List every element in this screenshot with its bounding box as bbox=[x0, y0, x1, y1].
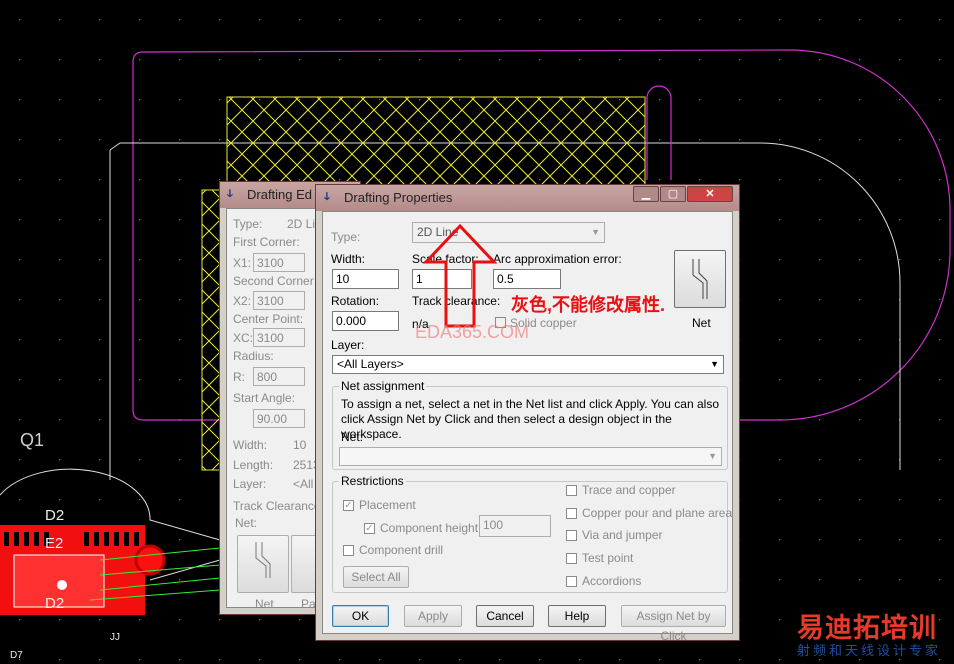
back-first-corner: First Corner: bbox=[233, 235, 300, 249]
hatched-area-left bbox=[201, 189, 221, 471]
component-drill-label: Component drill bbox=[359, 543, 444, 557]
back-xc-label: XC: bbox=[233, 331, 254, 345]
layer-label: Layer: bbox=[331, 338, 365, 352]
back-track-clearance: Track Clearance: bbox=[233, 499, 324, 513]
back-layer-label: Layer: bbox=[233, 477, 267, 491]
copper-pour-checkbox bbox=[566, 508, 577, 519]
cancel-button[interactable]: Cancel bbox=[476, 605, 534, 627]
back-pa-label: Pa bbox=[301, 597, 316, 611]
assign-net-by-click-button: Assign Net by Click bbox=[621, 605, 726, 643]
back-x1-field: 3100 bbox=[253, 253, 305, 272]
trace-copper-checkbox bbox=[566, 485, 577, 496]
select-all-button: Select All bbox=[343, 566, 409, 588]
drafting-icon: ↆ bbox=[324, 191, 330, 203]
back-r-label: R: bbox=[233, 370, 245, 384]
svg-text:JJ: JJ bbox=[110, 632, 120, 643]
component-height-field: 100 bbox=[479, 515, 551, 537]
back-x2-field: 3100 bbox=[253, 291, 305, 310]
maximize-button[interactable]: ▢ bbox=[660, 186, 686, 202]
back-center-point: Center Point: bbox=[233, 312, 304, 326]
rotation-label: Rotation: bbox=[331, 294, 380, 308]
dialog-titlebar[interactable]: ↆ Drafting Properties ▁ ▢ ✕ bbox=[316, 185, 739, 211]
back-width-label: Width: bbox=[233, 438, 268, 452]
via-jumper-label: Via and jumper bbox=[582, 528, 663, 542]
arc-label: Arc approximation error: bbox=[493, 252, 622, 266]
logo-bottom: 射频和天线设计专家 bbox=[797, 643, 942, 658]
drafting-icon: ↆ bbox=[227, 188, 233, 200]
back-width-value: 10 bbox=[293, 438, 307, 452]
hatched-area bbox=[226, 96, 646, 193]
test-point-checkbox bbox=[566, 553, 577, 564]
back-net-label: Net: bbox=[235, 516, 258, 530]
via-jumper-checkbox bbox=[566, 530, 577, 541]
restrictions-group: Restrictions ✓ Placement ✓ Component hei… bbox=[332, 474, 732, 593]
component-height-checkbox: ✓ bbox=[364, 523, 375, 534]
back-start-angle: Start Angle: bbox=[233, 391, 296, 405]
back-start-angle-field: 90.00 bbox=[253, 409, 305, 428]
test-point-label: Test point bbox=[582, 551, 634, 565]
chevron-down-icon: ▼ bbox=[708, 451, 717, 461]
close-button[interactable]: ✕ bbox=[687, 186, 733, 202]
component-height-label: Component height bbox=[380, 521, 479, 535]
back-net-button bbox=[237, 535, 289, 593]
net-button[interactable] bbox=[674, 250, 726, 308]
component-drill-checkbox bbox=[343, 545, 354, 556]
placement-label: Placement bbox=[359, 498, 416, 512]
back-type-label: Type: bbox=[233, 217, 263, 231]
svg-text:D2: D2 bbox=[45, 507, 64, 524]
trace-copper-label: Trace and copper bbox=[582, 483, 676, 497]
svg-text:D2: D2 bbox=[45, 595, 64, 612]
net-combo[interactable]: ▼ bbox=[339, 447, 722, 466]
net-label: Net: bbox=[341, 430, 364, 444]
placement-checkbox: ✓ bbox=[343, 500, 354, 511]
logo: 易迪拓培训 射频和天线设计专家 bbox=[797, 613, 954, 664]
copper-pour-label: Copper pour and plane area bbox=[582, 506, 733, 520]
type-label: Type: bbox=[331, 230, 361, 244]
back-x2-label: X2: bbox=[233, 294, 252, 308]
net-icon bbox=[692, 259, 708, 299]
chevron-down-icon: ▼ bbox=[591, 227, 600, 237]
help-button[interactable]: Help bbox=[548, 605, 606, 627]
accordions-checkbox bbox=[566, 576, 577, 587]
restrictions-title: Restrictions bbox=[339, 474, 406, 488]
annotation-text: 灰色,不能修改属性. bbox=[511, 295, 666, 315]
dialog-title: Drafting Properties bbox=[344, 190, 453, 205]
width-field[interactable]: 10 bbox=[332, 269, 399, 289]
back-type-value: 2D Li bbox=[287, 217, 316, 231]
svg-text:D7: D7 bbox=[10, 650, 23, 661]
minimize-button[interactable]: ▁ bbox=[633, 186, 659, 202]
back-r-field: 800 bbox=[253, 367, 305, 386]
back-length-label: Length: bbox=[233, 458, 274, 472]
annotation-arrow bbox=[422, 223, 498, 328]
logo-top: 易迪拓培训 bbox=[797, 613, 937, 643]
layer-combo[interactable]: <All Layers> ▼ bbox=[332, 355, 724, 374]
svg-text:E2: E2 bbox=[45, 535, 63, 552]
back-radius: Radius: bbox=[233, 349, 274, 363]
arc-field[interactable]: 0.5 bbox=[493, 269, 561, 289]
layer-value: <All Layers> bbox=[337, 357, 404, 371]
net-button-label: Net bbox=[692, 316, 711, 330]
net-assignment-help: To assign a net, select a net in the Net… bbox=[341, 397, 720, 441]
apply-button: Apply bbox=[404, 605, 462, 627]
ok-button[interactable]: OK bbox=[332, 605, 389, 627]
rotation-field[interactable]: 0.000 bbox=[332, 311, 399, 331]
back-title: Drafting Ed bbox=[247, 187, 313, 202]
drafting-properties-dialog: ↆ Drafting Properties ▁ ▢ ✕ Type: 2D Lin… bbox=[315, 184, 740, 643]
net-icon bbox=[255, 542, 271, 578]
q1-designator: Q1 bbox=[20, 430, 44, 450]
width-label: Width: bbox=[331, 252, 366, 266]
net-assignment-group: Net assignment To assign a net, select a… bbox=[332, 379, 728, 470]
watermark: EDA365.COM bbox=[415, 322, 530, 342]
accordions-label: Accordions bbox=[582, 574, 642, 588]
back-second-corner: Second Corner: bbox=[233, 274, 318, 288]
chevron-down-icon: ▼ bbox=[710, 359, 719, 369]
back-net-button-label: Net bbox=[255, 597, 274, 611]
back-xc-field: 3100 bbox=[253, 328, 305, 347]
back-x1-label: X1: bbox=[233, 256, 252, 270]
net-assignment-title: Net assignment bbox=[339, 379, 427, 393]
